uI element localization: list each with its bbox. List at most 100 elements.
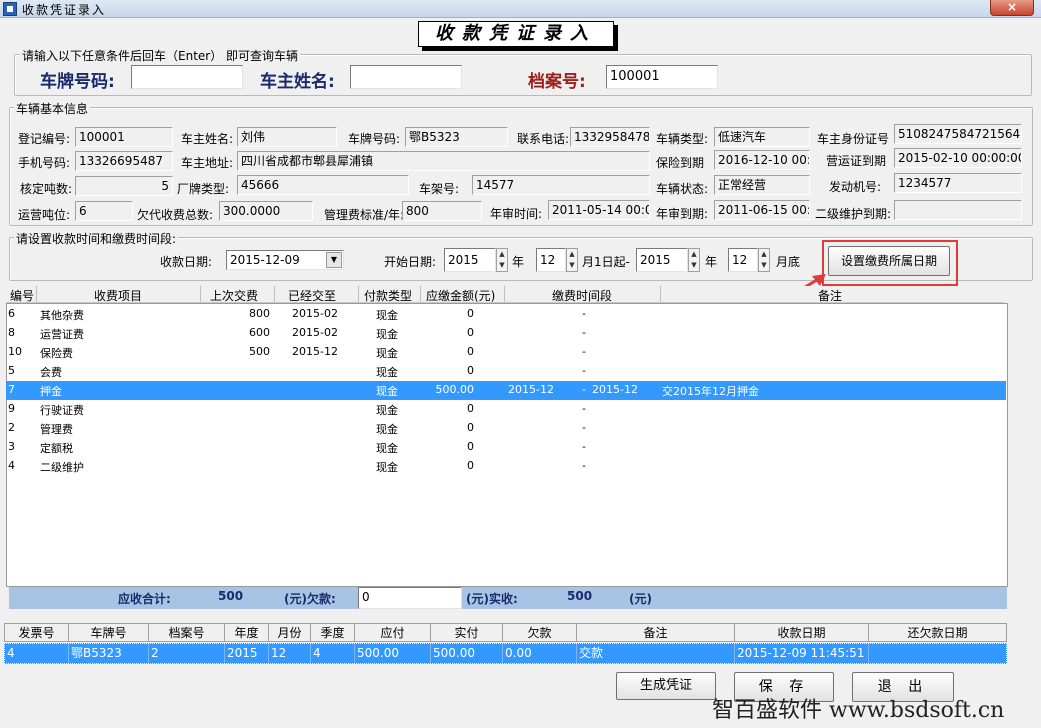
set-payment-period-button[interactable]: 设置缴费所属日期 (828, 246, 950, 276)
start-year-input[interactable]: 2015 (444, 248, 496, 272)
fee-row[interactable]: 10 保险费 500 2015-12 现金 0 - (6, 343, 1006, 362)
permit-label: 营运证到期 (826, 154, 887, 168)
fee-cell-from: 2015-12 (508, 383, 554, 396)
due-label: 应收合计: (118, 592, 171, 606)
fee-cell-sep: - (582, 421, 586, 434)
mobile-field[interactable]: 13326695487 (75, 151, 173, 171)
inv-cell: 500.00 (355, 644, 431, 663)
fee-cell-sep: - (582, 383, 586, 396)
inv-col-archive[interactable]: 档案号 (149, 624, 225, 642)
up-arrow-icon[interactable]: ▲ (567, 249, 577, 260)
chevron-down-icon[interactable]: ▼ (326, 252, 342, 268)
owner-id-field[interactable]: 510824758472156455 (894, 124, 1022, 144)
app-icon (3, 2, 17, 16)
frame-field[interactable]: 14577 (472, 175, 650, 195)
plate-field[interactable]: 鄂B5323 (405, 127, 508, 147)
start-year-spinner[interactable]: ▲ ▼ (496, 248, 508, 272)
inv-col-month[interactable]: 月份 (269, 624, 311, 642)
fee-cell-id: 4 (8, 459, 15, 472)
col-period[interactable]: 缴费时间段 (552, 287, 612, 304)
fee-row[interactable]: 4 二级维护 现金 0 - (6, 457, 1006, 476)
address-field[interactable]: 四川省成都市郫县犀浦镇 (237, 151, 650, 171)
up-arrow-icon[interactable]: ▲ (759, 249, 769, 260)
phone-field[interactable]: 13329584784 (570, 127, 650, 147)
inv-col-note[interactable]: 备注 (577, 624, 735, 642)
col-note[interactable]: 备注 (818, 287, 842, 304)
tonnage-field[interactable]: 5 (75, 176, 173, 196)
up-arrow-icon[interactable]: ▲ (497, 249, 507, 260)
form-banner: 收款凭证录入 (418, 21, 614, 47)
inv-col-plate[interactable]: 车牌号 (69, 624, 149, 642)
inv-col-paid[interactable]: 实付 (431, 624, 503, 642)
inv-cell: 500.00 (431, 644, 503, 663)
reg-no-field[interactable]: 100001 (75, 127, 173, 147)
engine-field[interactable]: 1234577 (894, 173, 1022, 193)
col-id[interactable]: 编号 (10, 287, 34, 304)
owe-input[interactable]: 0 (358, 587, 462, 609)
fee-cell-item: 保险费 (40, 347, 73, 360)
down-arrow-icon[interactable]: ▼ (497, 260, 507, 271)
fee-cell-id: 3 (8, 440, 15, 453)
owed-field[interactable]: 300.0000 (219, 201, 313, 221)
fee-row[interactable]: 5 会费 现金 0 - (6, 362, 1006, 381)
invoice-row[interactable]: 4 鄂B5323 2 2015 12 4 500.00 500.00 0.00 … (4, 643, 1007, 664)
end-year-spinner[interactable]: ▲ ▼ (688, 248, 700, 272)
col-pay-type[interactable]: 付款类型 (364, 287, 412, 304)
plate-search-label: 车牌号码: (40, 72, 115, 92)
end-month-input[interactable]: 12 (728, 248, 758, 272)
col-amount[interactable]: 应缴金额(元) (426, 287, 495, 304)
inv-cell: 鄂B5323 (69, 644, 149, 663)
col-item[interactable]: 收费项目 (94, 287, 142, 304)
status-field[interactable]: 正常经营 (714, 175, 810, 195)
fee-table-header: 编号 收费项目 上次交费 已经交至 付款类型 应缴金额(元) 缴费时间段 备注 (6, 286, 1004, 303)
fee-cell-pay: 现金 (376, 385, 398, 398)
inv-col-quarter[interactable]: 季度 (311, 624, 355, 642)
seats-field[interactable]: 6 (75, 201, 133, 221)
close-button[interactable]: × (990, 0, 1034, 16)
inv-col-year[interactable]: 年度 (225, 624, 269, 642)
generate-voucher-button[interactable]: 生成凭证 (616, 672, 716, 700)
inv-col-owed[interactable]: 欠款 (503, 624, 577, 642)
fee-cell-id: 5 (8, 364, 15, 377)
seats-label: 运营吨位: (18, 208, 71, 222)
inspect-field[interactable]: 2011-05-14 00:00 (548, 200, 650, 220)
insurance-field[interactable]: 2016-12-10 00:0 (714, 150, 810, 170)
inv-col-invoice[interactable]: 发票号 (5, 624, 69, 642)
fee-row[interactable]: 6 其他杂费 800 2015-02 现金 0 - (6, 305, 1006, 324)
inv-col-repay-date[interactable]: 还欠款日期 (869, 624, 1006, 642)
fee-std-field[interactable]: 800 (402, 201, 482, 221)
fee-row[interactable]: 3 定额税 现金 0 - (6, 438, 1006, 457)
up-arrow-icon[interactable]: ▲ (689, 249, 699, 260)
down-arrow-icon[interactable]: ▼ (567, 260, 577, 271)
fee-rows: 6 其他杂费 800 2015-02 现金 0-8 运营证费 600 2015-02 现金 0-10… (6, 305, 1006, 485)
fee-cell-last: 500 (249, 345, 270, 358)
owner-search-input[interactable] (350, 65, 462, 89)
vehicle-type-field[interactable]: 低速汽车 (714, 127, 810, 147)
end-month-spinner[interactable]: ▲ ▼ (758, 248, 770, 272)
level2-field[interactable] (894, 200, 1022, 220)
col-paid-to[interactable]: 已经交至 (288, 287, 336, 304)
collect-date-label: 收款日期: (160, 255, 213, 269)
inv-col-payable[interactable]: 应付 (355, 624, 431, 642)
plate-search-input[interactable] (131, 65, 243, 89)
start-month-input[interactable]: 12 (536, 248, 566, 272)
fee-cell-amount: 0 (467, 364, 474, 377)
down-arrow-icon[interactable]: ▼ (689, 260, 699, 271)
inv-col-date[interactable]: 收款日期 (735, 624, 869, 642)
col-last[interactable]: 上次交费 (210, 287, 258, 304)
permit-field[interactable]: 2015-02-10 00:00:00 (894, 148, 1022, 168)
down-arrow-icon[interactable]: ▼ (759, 260, 769, 271)
fee-cell-paid-to: 2015-02 (292, 307, 338, 320)
owner-name-field[interactable]: 刘伟 (237, 127, 337, 147)
end-year-input[interactable]: 2015 (636, 248, 688, 272)
fee-cell-item: 运营证费 (40, 328, 84, 341)
fee-row[interactable]: 9 行驶证费 现金 0 - (6, 400, 1006, 419)
fee-row[interactable]: 7 押金 现金 500.00 2015-12-2015-12 交2015年12月押金 (6, 381, 1006, 400)
archive-search-input[interactable]: 100001 (606, 65, 718, 89)
start-month-spinner[interactable]: ▲ ▼ (566, 248, 578, 272)
fee-row[interactable]: 8 运营证费 600 2015-02 现金 0 - (6, 324, 1006, 343)
fee-row[interactable]: 2 管理费 现金 0 - (6, 419, 1006, 438)
inv-cell: 2015-12-09 11:45:51 (735, 644, 869, 663)
inspect-due-field[interactable]: 2011-06-15 00:0 (714, 200, 810, 220)
brand-field[interactable]: 45666 (237, 175, 409, 195)
